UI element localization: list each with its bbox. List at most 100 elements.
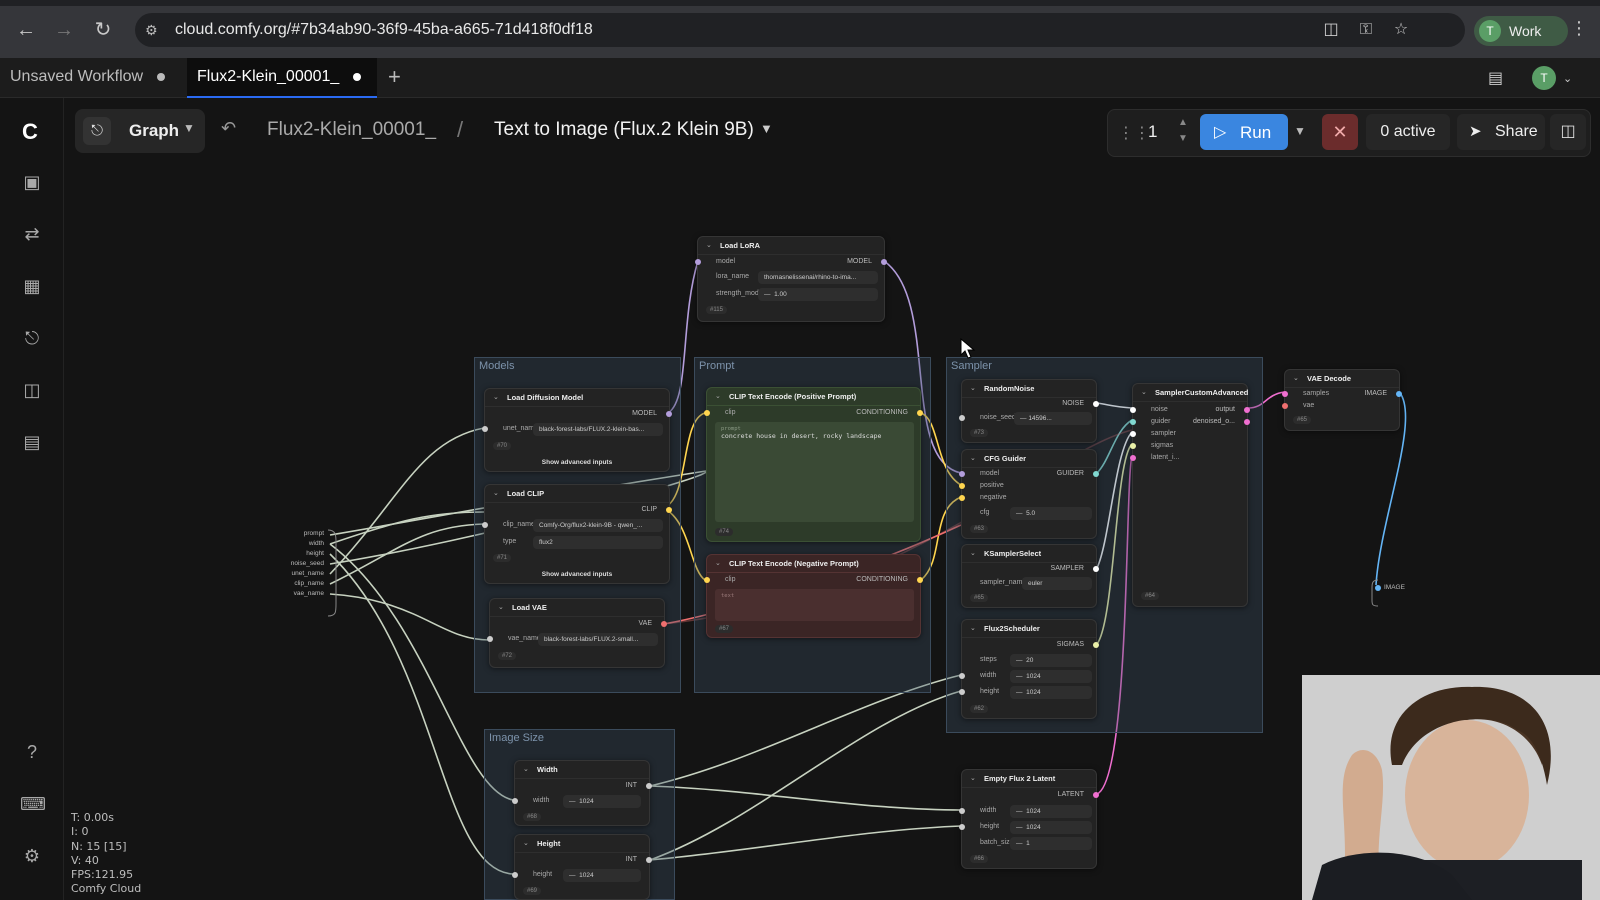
output-label: GUIDER xyxy=(1056,470,1084,477)
node-random-noise[interactable]: ⌄ RandomNoise NOISE noise_seed — 14596... … xyxy=(959,379,1099,443)
collapse-chevron-icon[interactable]: ⌄ xyxy=(523,765,529,773)
unet-name-combo[interactable]: black-forest-labs/FLUX.2-klein-bas... xyxy=(533,423,663,436)
input-socket[interactable] xyxy=(487,636,493,642)
input-socket[interactable] xyxy=(482,522,488,528)
negative-prompt-textarea[interactable]: text xyxy=(715,589,914,621)
width-stepper[interactable]: — 1024 xyxy=(1010,670,1092,683)
show-advanced-inputs-button[interactable]: Show advanced inputs xyxy=(485,459,669,466)
sampler-name-combo[interactable]: euler xyxy=(1022,577,1092,590)
node-flux2-scheduler[interactable]: ⌄ Flux2Scheduler SIGMAS steps — 20 width — … xyxy=(959,619,1099,719)
subgraph-inputs-panel[interactable]: prompt width height noise_seed unet_name… xyxy=(290,528,340,618)
widget-label: height xyxy=(980,823,1000,830)
strength-model-stepper[interactable]: — 1.00 xyxy=(758,288,878,301)
collapse-chevron-icon[interactable]: ⌄ xyxy=(970,384,976,392)
collapse-chevron-icon[interactable]: ⌄ xyxy=(970,549,976,557)
node-clip-text-encode-positive[interactable]: ⌄ CLIP Text Encode (Positive Prompt) clip… xyxy=(704,387,923,542)
subgraph-outputs-panel[interactable]: IMAGE xyxy=(1370,578,1420,608)
height-value-stepper[interactable]: — 1024 xyxy=(563,869,641,882)
input-socket[interactable] xyxy=(695,259,701,265)
collapse-chevron-icon[interactable]: ⌄ xyxy=(1141,388,1147,396)
input-socket[interactable] xyxy=(1130,455,1136,461)
output-socket[interactable] xyxy=(1093,792,1099,798)
width-stepper[interactable]: — 1024 xyxy=(1010,805,1092,818)
noise-seed-stepper[interactable]: — 14596... xyxy=(1014,412,1092,425)
output-socket[interactable] xyxy=(881,259,887,265)
output-socket[interactable] xyxy=(1244,419,1250,425)
node-vae-decode[interactable]: ⌄ VAE Decode samples IMAGE vae #65 xyxy=(1282,369,1402,431)
output-label: SIGMAS xyxy=(1056,641,1084,648)
node-cfg-guider[interactable]: ⌄ CFG Guider model GUIDER positive negativ… xyxy=(959,449,1099,539)
input-socket[interactable] xyxy=(1130,407,1136,413)
collapse-chevron-icon[interactable]: ⌄ xyxy=(970,454,976,462)
input-socket[interactable] xyxy=(704,577,710,583)
node-height[interactable]: ⌄ Height INT height — 1024 #69 xyxy=(512,834,652,900)
output-socket[interactable] xyxy=(1396,391,1402,397)
output-socket[interactable] xyxy=(1093,471,1099,477)
input-socket[interactable] xyxy=(959,483,965,489)
node-id-badge: #69 xyxy=(523,887,542,895)
input-socket[interactable] xyxy=(1282,403,1288,409)
input-socket[interactable] xyxy=(1130,443,1136,449)
height-stepper[interactable]: — 1024 xyxy=(1010,686,1092,699)
lora-name-combo[interactable]: thomasnelissenai/rhino-to-ima... xyxy=(758,271,878,284)
output-socket[interactable] xyxy=(917,577,923,583)
show-advanced-inputs-button[interactable]: Show advanced inputs xyxy=(485,571,669,578)
node-width[interactable]: ⌄ Width INT width — 1024 #68 xyxy=(512,760,652,826)
output-socket[interactable] xyxy=(646,857,652,863)
collapse-chevron-icon[interactable]: ⌄ xyxy=(715,392,721,400)
collapse-chevron-icon[interactable]: ⌄ xyxy=(706,241,712,249)
collapse-chevron-icon[interactable]: ⌄ xyxy=(970,624,976,632)
collapse-chevron-icon[interactable]: ⌄ xyxy=(715,559,721,567)
input-socket[interactable] xyxy=(959,673,965,679)
input-noise-seed: noise_seed xyxy=(290,560,324,567)
output-socket[interactable] xyxy=(917,410,923,416)
node-load-diffusion-model[interactable]: ⌄ Load Diffusion Model MODEL unet_name bla… xyxy=(482,388,672,472)
input-socket[interactable] xyxy=(482,426,488,432)
collapse-chevron-icon[interactable]: ⌄ xyxy=(498,603,504,611)
height-stepper[interactable]: — 1024 xyxy=(1010,821,1092,834)
input-socket[interactable] xyxy=(512,798,518,804)
clip-name-combo[interactable]: Comfy-Org/flux2-klein-9B - qwen_... xyxy=(533,519,663,532)
input-socket[interactable] xyxy=(959,689,965,695)
input-socket[interactable] xyxy=(1282,391,1288,397)
input-socket[interactable] xyxy=(512,872,518,878)
cfg-stepper[interactable]: — 5.0 xyxy=(1010,507,1092,520)
output-socket[interactable] xyxy=(666,507,672,513)
collapse-chevron-icon[interactable]: ⌄ xyxy=(970,774,976,782)
output-socket[interactable] xyxy=(646,783,652,789)
collapse-chevron-icon[interactable]: ⌄ xyxy=(1293,374,1299,382)
input-socket[interactable] xyxy=(704,410,710,416)
node-ksampler-select[interactable]: ⌄ KSamplerSelect SAMPLER sampler_name eule… xyxy=(961,544,1099,608)
node-title: Load CLIP xyxy=(507,489,545,498)
input-socket[interactable] xyxy=(959,808,965,814)
prompt-textarea[interactable]: prompt concrete house in desert, rocky l… xyxy=(715,422,914,522)
output-socket[interactable] xyxy=(666,411,672,417)
output-socket[interactable] xyxy=(1375,585,1381,591)
input-socket[interactable] xyxy=(959,471,965,477)
node-load-clip[interactable]: ⌄ Load CLIP CLIP clip_name Comfy-Org/flux2… xyxy=(482,484,672,584)
output-socket[interactable] xyxy=(661,621,667,627)
input-socket[interactable] xyxy=(959,415,965,421)
batch-size-stepper[interactable]: — 1 xyxy=(1010,837,1092,850)
node-sampler-custom-advanced[interactable]: ⌄ SamplerCustomAdvanced noise output guide… xyxy=(1130,383,1250,607)
node-empty-flux2-latent[interactable]: ⌄ Empty Flux 2 Latent LATENT width — 1024 … xyxy=(959,769,1099,869)
output-socket[interactable] xyxy=(1093,566,1099,572)
input-socket[interactable] xyxy=(1130,431,1136,437)
node-load-lora[interactable]: ⌄ Load LoRA model MODEL lora_name thomasnel… xyxy=(695,236,887,322)
collapse-chevron-icon[interactable]: ⌄ xyxy=(523,839,529,847)
input-socket[interactable] xyxy=(959,495,965,501)
input-socket[interactable] xyxy=(959,824,965,830)
width-value-stepper[interactable]: — 1024 xyxy=(563,795,641,808)
node-load-vae[interactable]: ⌄ Load VAE VAE vae_name black-forest-labs/… xyxy=(487,598,667,668)
input-socket[interactable] xyxy=(1130,419,1136,425)
steps-stepper[interactable]: — 20 xyxy=(1010,654,1092,667)
clip-type-combo[interactable]: flux2 xyxy=(533,536,663,549)
vae-name-combo[interactable]: black-forest-labs/FLUX.2-small... xyxy=(538,633,658,646)
node-clip-text-encode-negative[interactable]: ⌄ CLIP Text Encode (Negative Prompt) clip… xyxy=(704,554,923,638)
output-socket[interactable] xyxy=(1244,407,1250,413)
output-socket[interactable] xyxy=(1093,401,1099,407)
collapse-chevron-icon[interactable]: ⌄ xyxy=(493,489,499,497)
node-title: VAE Decode xyxy=(1307,374,1352,383)
output-socket[interactable] xyxy=(1093,642,1099,648)
collapse-chevron-icon[interactable]: ⌄ xyxy=(493,393,499,401)
